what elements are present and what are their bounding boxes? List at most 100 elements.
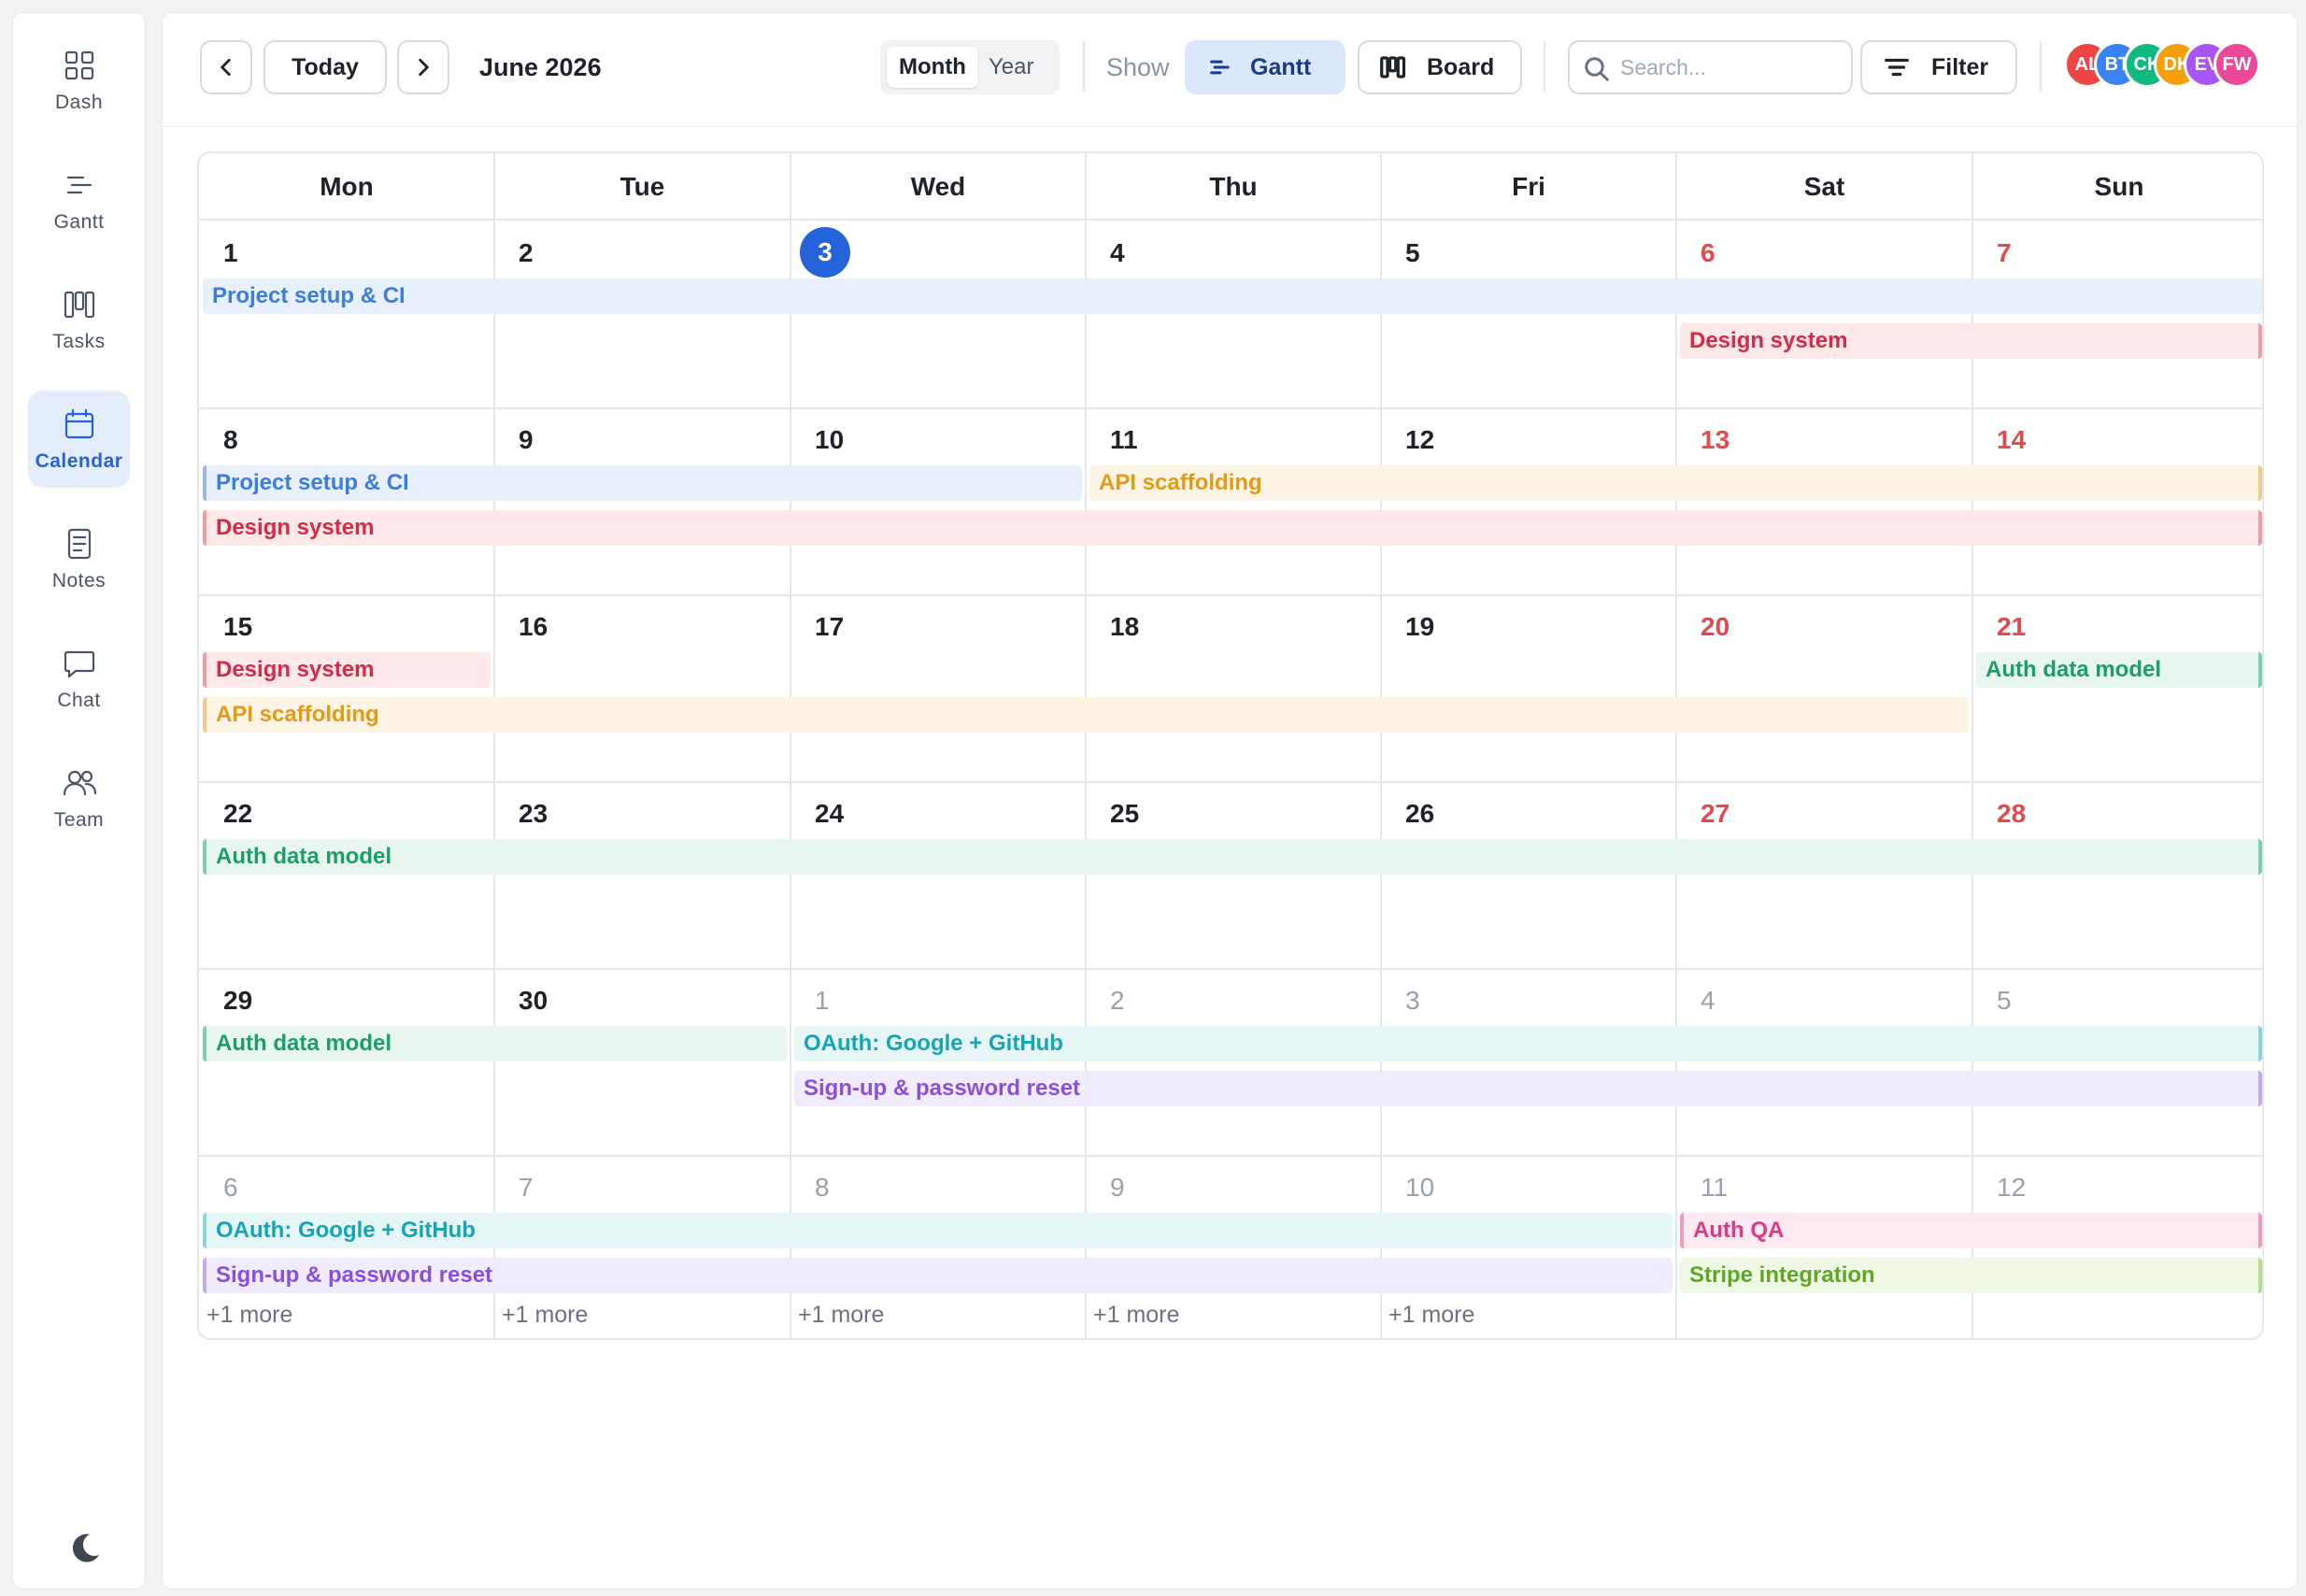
date-number: 24: [815, 799, 845, 828]
event-bar[interactable]: Sign-up & password reset: [794, 1071, 2262, 1106]
event-bar[interactable]: Design system: [203, 652, 491, 688]
event-bar[interactable]: API scaffolding: [1089, 465, 2262, 501]
gantt-icon: [66, 176, 92, 194]
date-number: 3: [1405, 986, 1420, 1015]
event-bar[interactable]: API scaffolding: [203, 697, 1969, 733]
day-cell[interactable]: [199, 221, 494, 407]
day-cell[interactable]: [494, 221, 790, 407]
sidebar-item-gantt[interactable]: Gantt: [28, 151, 130, 249]
date-number: 1: [815, 986, 830, 1015]
date-number: 14: [1997, 425, 2027, 454]
day-cell[interactable]: [494, 407, 790, 594]
date-number: 28: [1997, 799, 2027, 828]
show-gantt-button[interactable]: Gantt: [1185, 40, 1345, 94]
day-cell[interactable]: [1381, 221, 1676, 407]
users-icon: [63, 770, 96, 796]
event-bar[interactable]: OAuth: Google + GitHub: [794, 1026, 2262, 1062]
today-date: 3: [800, 227, 850, 278]
show-board-button[interactable]: Board: [1358, 40, 1522, 94]
date-number: 5: [1997, 986, 2012, 1015]
search-box: [1568, 40, 1853, 94]
sidebar-item-label: Tasks: [52, 331, 106, 352]
search-icon: [1585, 57, 1609, 81]
sidebar-item-label: Gantt: [53, 211, 105, 233]
board-label: Board: [1427, 53, 1495, 80]
weekday-label: Fri: [1512, 172, 1545, 201]
filter-label: Filter: [1931, 53, 1989, 80]
date-number: 1: [223, 238, 238, 267]
avatar[interactable]: FW: [2213, 41, 2260, 88]
chat-bubble-icon: [64, 650, 94, 678]
date-number: 6: [223, 1173, 238, 1202]
event-bar[interactable]: Project setup & CI: [203, 465, 1082, 501]
event-bar[interactable]: Auth data model: [203, 839, 2262, 875]
moon-icon[interactable]: [65, 1529, 103, 1566]
event-bar[interactable]: Auth data model: [203, 1026, 787, 1062]
date-number: 9: [1110, 1173, 1125, 1202]
date-number: 4: [1701, 986, 1715, 1015]
event-bar[interactable]: Stripe integration: [1680, 1258, 2262, 1293]
day-cell[interactable]: [1381, 968, 1676, 1155]
weekday-label: Wed: [910, 172, 966, 201]
filter-button[interactable]: Filter: [1860, 40, 2017, 94]
event-bar[interactable]: Auth QA: [1680, 1213, 2262, 1248]
kanban-icon: [64, 291, 94, 319]
sidebar-item-label: Team: [53, 809, 105, 831]
view-option-year[interactable]: Year: [976, 47, 1046, 88]
sidebar-item-chat[interactable]: Chat: [28, 630, 130, 727]
view-option-month[interactable]: Month: [887, 47, 978, 88]
gantt-icon: [1210, 60, 1230, 75]
day-cell[interactable]: [1086, 968, 1381, 1155]
sidebar-item-tasks[interactable]: Tasks: [28, 271, 130, 368]
chevron-left-icon: [221, 59, 231, 76]
day-cell[interactable]: [1676, 968, 1972, 1155]
more-events-link[interactable]: +1 more: [1093, 1302, 1179, 1329]
event-bar[interactable]: Project setup & CI: [203, 278, 2262, 314]
date-number: 25: [1110, 799, 1140, 828]
weekday-label: Thu: [1209, 172, 1258, 201]
sidebar-item-notes[interactable]: Notes: [28, 510, 130, 607]
more-events-link[interactable]: +1 more: [206, 1302, 292, 1329]
event-bar[interactable]: Sign-up & password reset: [203, 1258, 1673, 1293]
sidebar-item-team[interactable]: Team: [28, 749, 130, 847]
search-input[interactable]: [1620, 50, 1844, 85]
day-cell[interactable]: [1086, 221, 1381, 407]
event-bar[interactable]: Design system: [1680, 323, 2262, 359]
calendar-icon: [64, 408, 93, 439]
date-number: 18: [1110, 612, 1140, 641]
divider: [1544, 41, 1545, 92]
date-number: 8: [223, 425, 238, 454]
prev-month-button[interactable]: [200, 40, 252, 94]
next-month-button[interactable]: [397, 40, 449, 94]
view-toggle: Month Year: [880, 40, 1060, 94]
day-cell[interactable]: [199, 407, 494, 594]
more-events-link[interactable]: +1 more: [1388, 1302, 1474, 1329]
divider: [2040, 41, 2042, 92]
date-number: 30: [519, 986, 548, 1015]
event-bar[interactable]: OAuth: Google + GitHub: [203, 1213, 1673, 1248]
date-number: 4: [1110, 238, 1125, 267]
day-cell[interactable]: [1972, 221, 2262, 407]
day-cell[interactable]: [790, 968, 1086, 1155]
divider: [1083, 41, 1085, 92]
date-number: 5: [1405, 238, 1420, 267]
date-number: 12: [1405, 425, 1435, 454]
event-bar[interactable]: Design system: [203, 510, 2262, 546]
day-cell[interactable]: [1972, 968, 2262, 1155]
date-number: 6: [1701, 238, 1715, 267]
grid-icon: [64, 50, 93, 80]
more-events-link[interactable]: +1 more: [502, 1302, 588, 1329]
toolbar: Today June 2026 Month Year Show Gantt Bo…: [163, 13, 2297, 127]
chevron-right-icon: [419, 59, 429, 76]
more-events-link[interactable]: +1 more: [798, 1302, 884, 1329]
weekday-label: Sat: [1803, 172, 1845, 201]
day-cell[interactable]: [1676, 221, 1972, 407]
sidebar-item-calendar[interactable]: Calendar: [28, 391, 130, 488]
sidebar-item-label: Chat: [57, 690, 101, 711]
date-number: 2: [1110, 986, 1125, 1015]
today-button[interactable]: Today: [263, 40, 387, 94]
weekday-label: Sun: [2094, 172, 2144, 201]
date-number: 8: [815, 1173, 830, 1202]
event-bar[interactable]: Auth data model: [1976, 652, 2262, 688]
sidebar-item-dash[interactable]: Dash: [28, 32, 130, 129]
